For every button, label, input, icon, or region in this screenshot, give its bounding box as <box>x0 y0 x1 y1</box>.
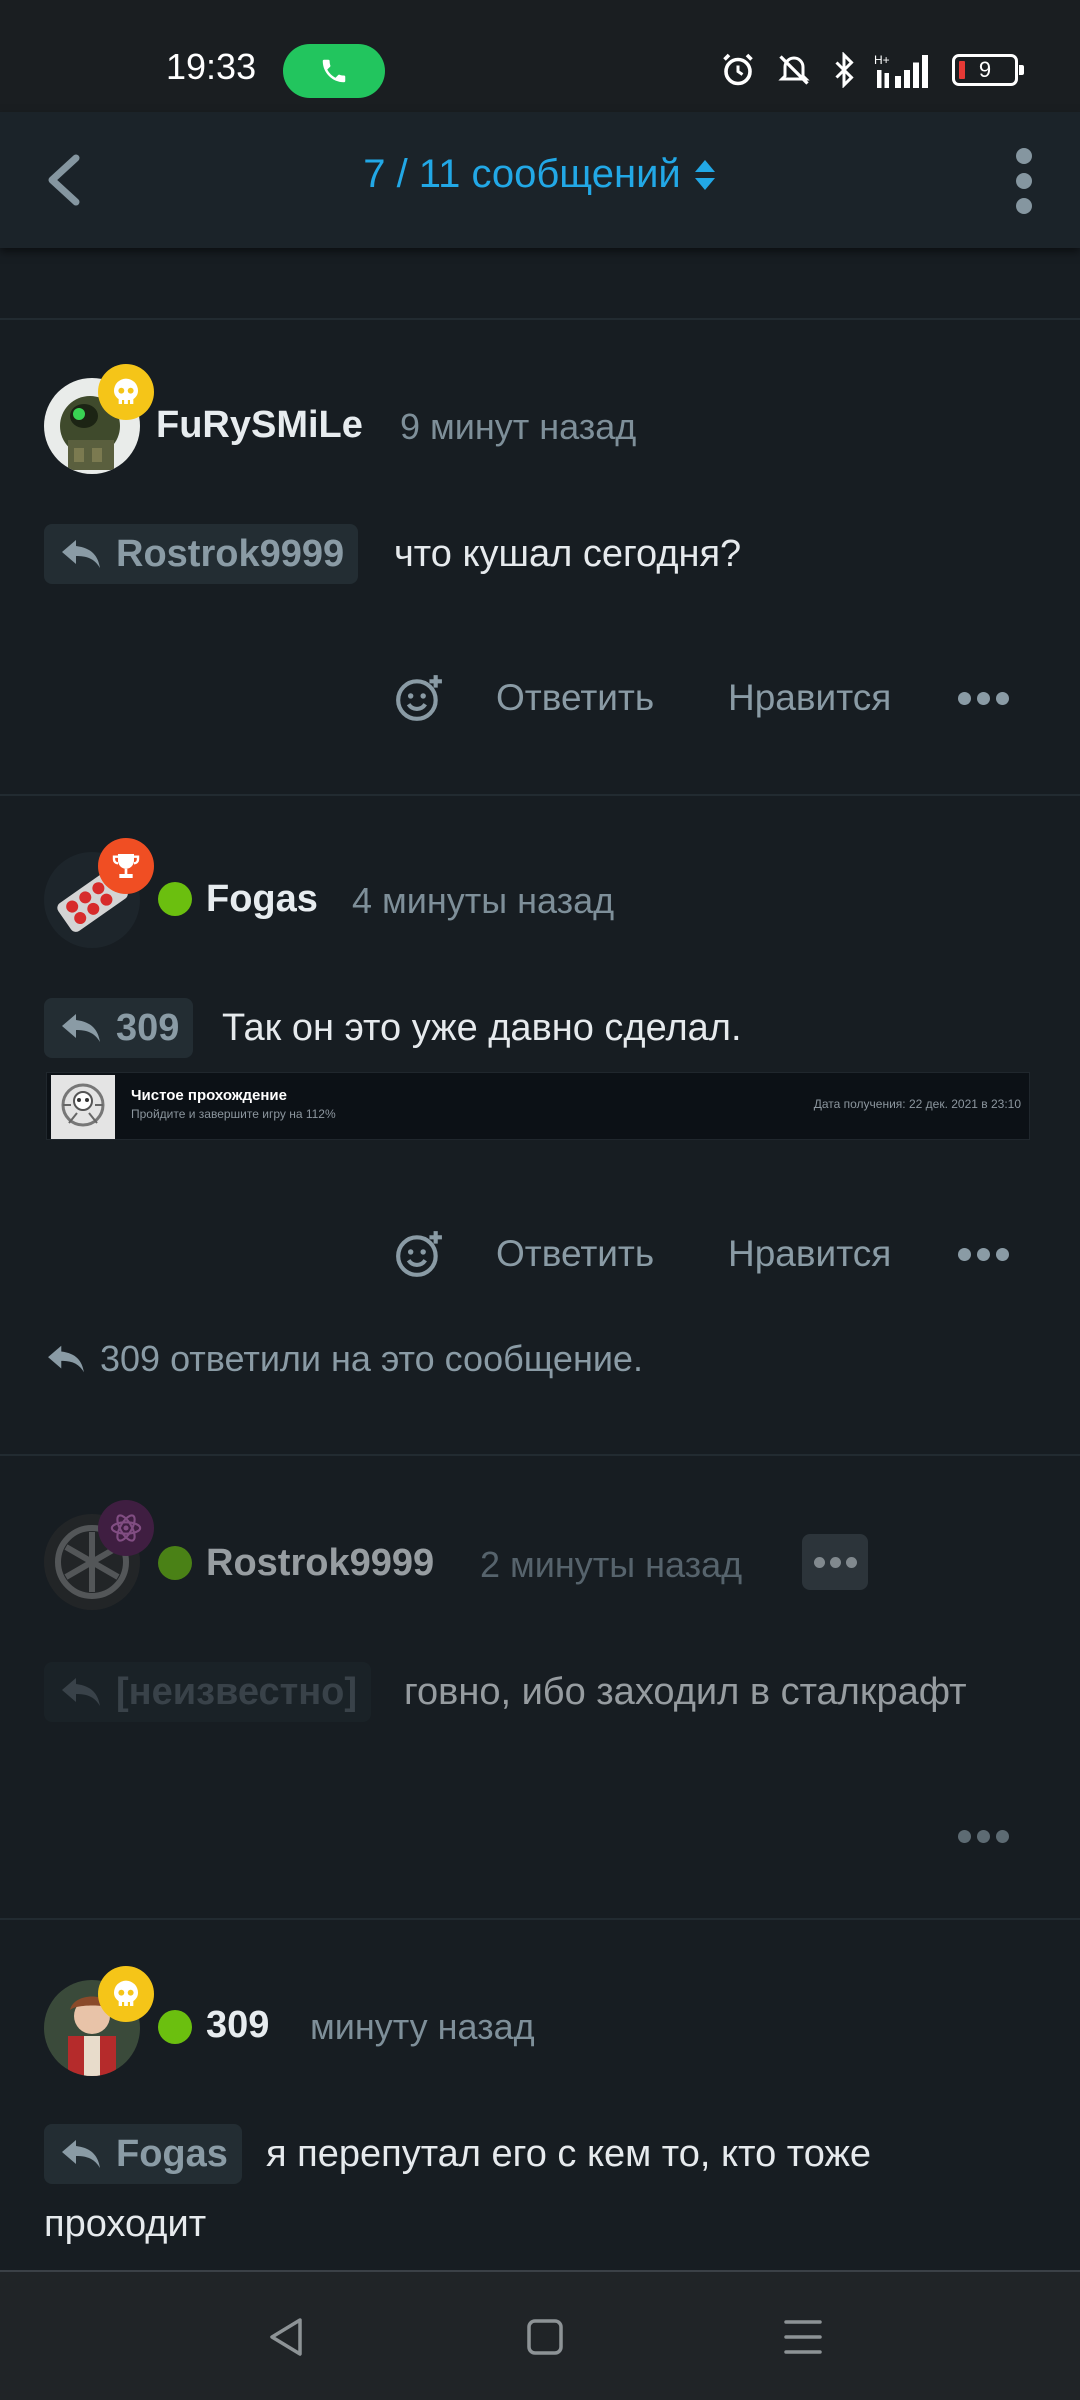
username[interactable]: Fogas <box>206 878 318 921</box>
add-reaction-icon[interactable] <box>394 673 444 723</box>
avatar[interactable] <box>44 1500 154 1610</box>
reply-arrow-icon <box>62 2140 100 2168</box>
avatar[interactable] <box>44 1966 154 2076</box>
message-text: говно, ибо заходил в сталкрафт <box>404 1671 967 1713</box>
achievement-icon <box>51 1075 115 1139</box>
online-indicator <box>158 882 192 916</box>
status-icons: H+ 9 <box>720 52 1024 88</box>
online-indicator <box>158 1546 192 1580</box>
achievement-title: Чистое прохождение <box>131 1087 287 1104</box>
reply-arrow-icon <box>62 1014 100 1042</box>
reply-button[interactable]: Ответить <box>496 677 654 719</box>
svg-text:H+: H+ <box>874 53 890 67</box>
message-text-continued: проходит <box>44 2203 207 2245</box>
more-vertical-icon[interactable] <box>1004 148 1044 214</box>
achievement-description: Пройдите и завершите игру на 112% <box>131 1107 336 1121</box>
post-time[interactable]: 9 минут назад <box>400 406 636 448</box>
quote-reference[interactable]: [неизвестно] <box>44 1662 372 1722</box>
reply-arrow-icon <box>62 1678 100 1706</box>
like-button[interactable]: Нравится <box>728 677 891 719</box>
more-horizontal-icon[interactable] <box>958 691 1009 705</box>
divider <box>0 1918 1080 1920</box>
battery-level: 9 <box>978 57 992 82</box>
add-reaction-icon[interactable] <box>394 1229 444 1279</box>
message-text: я перепутал его с кем то, кто тоже <box>266 2133 871 2175</box>
skull-icon <box>98 364 154 420</box>
trophy-icon <box>98 838 154 894</box>
sort-updown-icon <box>694 159 715 190</box>
atom-icon <box>98 1500 154 1556</box>
back-triangle-icon[interactable] <box>262 2312 312 2362</box>
replies-note-text: 309 ответили на это сообщение. <box>100 1338 643 1379</box>
phone-icon <box>322 59 346 83</box>
mute-icon <box>778 55 810 85</box>
more-horizontal-icon[interactable] <box>958 1247 1009 1261</box>
username[interactable]: 309 <box>206 2004 269 2047</box>
more-horizontal-icon[interactable] <box>802 1534 868 1590</box>
active-call-pill[interactable] <box>283 44 385 98</box>
post-time[interactable]: минуту назад <box>310 2006 535 2048</box>
skull-icon <box>98 1966 154 2022</box>
quote-username: 309 <box>116 1006 180 1049</box>
quote-username: Rostrok9999 <box>116 532 345 575</box>
page-title: 7 / 11 сообщений <box>363 152 681 196</box>
post-time[interactable]: 2 минуты назад <box>480 1544 742 1586</box>
status-time: 19:33 <box>166 46 257 87</box>
post-actions: Ответить Нравится <box>0 1224 1080 1284</box>
avatar[interactable] <box>44 838 154 948</box>
username[interactable]: FuRySMiLe <box>156 404 363 447</box>
reply-button[interactable]: Ответить <box>496 1233 654 1275</box>
username[interactable]: Rostrok9999 <box>206 1542 434 1585</box>
home-square-icon[interactable] <box>520 2312 570 2362</box>
quote-reference[interactable]: Fogas <box>44 2124 242 2184</box>
avatar[interactable] <box>44 364 154 474</box>
achievement-date: Дата получения: 22 дек. 2021 в 23:10 <box>813 1097 1021 1111</box>
post-time[interactable]: 4 минуты назад <box>352 880 614 922</box>
achievement-card[interactable]: Чистое прохождение Пройдите и завершите … <box>46 1072 1030 1140</box>
alarm-icon <box>723 53 753 86</box>
divider <box>0 318 1080 320</box>
like-button[interactable]: Нравится <box>728 1233 891 1275</box>
message-counter[interactable]: 7 / 11 сообщений <box>0 152 1080 197</box>
recents-menu-icon[interactable] <box>778 2312 828 2362</box>
quote-username: [неизвестно] <box>116 1670 358 1713</box>
reply-arrow-icon <box>48 1345 84 1373</box>
online-indicator <box>158 2010 192 2044</box>
system-nav-bar <box>0 2270 1080 2400</box>
battery-icon: 9 <box>952 54 1024 86</box>
status-bar: 19:33 H+ 9 <box>0 0 1080 112</box>
more-horizontal-icon[interactable] <box>958 1829 1009 1843</box>
replies-note[interactable]: 309 ответили на это сообщение. <box>44 1334 643 1384</box>
divider <box>0 794 1080 796</box>
quote-username: Fogas <box>116 2132 228 2175</box>
post-actions: Ответить Нравится <box>0 668 1080 728</box>
app-bar: 7 / 11 сообщений <box>0 112 1080 248</box>
message-text: Так он это уже давно сделал. <box>222 1007 742 1049</box>
post-actions <box>0 1806 1080 1866</box>
quote-reference[interactable]: Rostrok9999 <box>44 524 359 584</box>
reply-arrow-icon <box>62 540 100 568</box>
quote-reference[interactable]: 309 <box>44 998 194 1058</box>
bluetooth-icon <box>835 52 854 88</box>
message-text: что кушал сегодня? <box>394 533 742 575</box>
divider <box>0 1454 1080 1456</box>
signal-icon: H+ <box>874 53 928 88</box>
